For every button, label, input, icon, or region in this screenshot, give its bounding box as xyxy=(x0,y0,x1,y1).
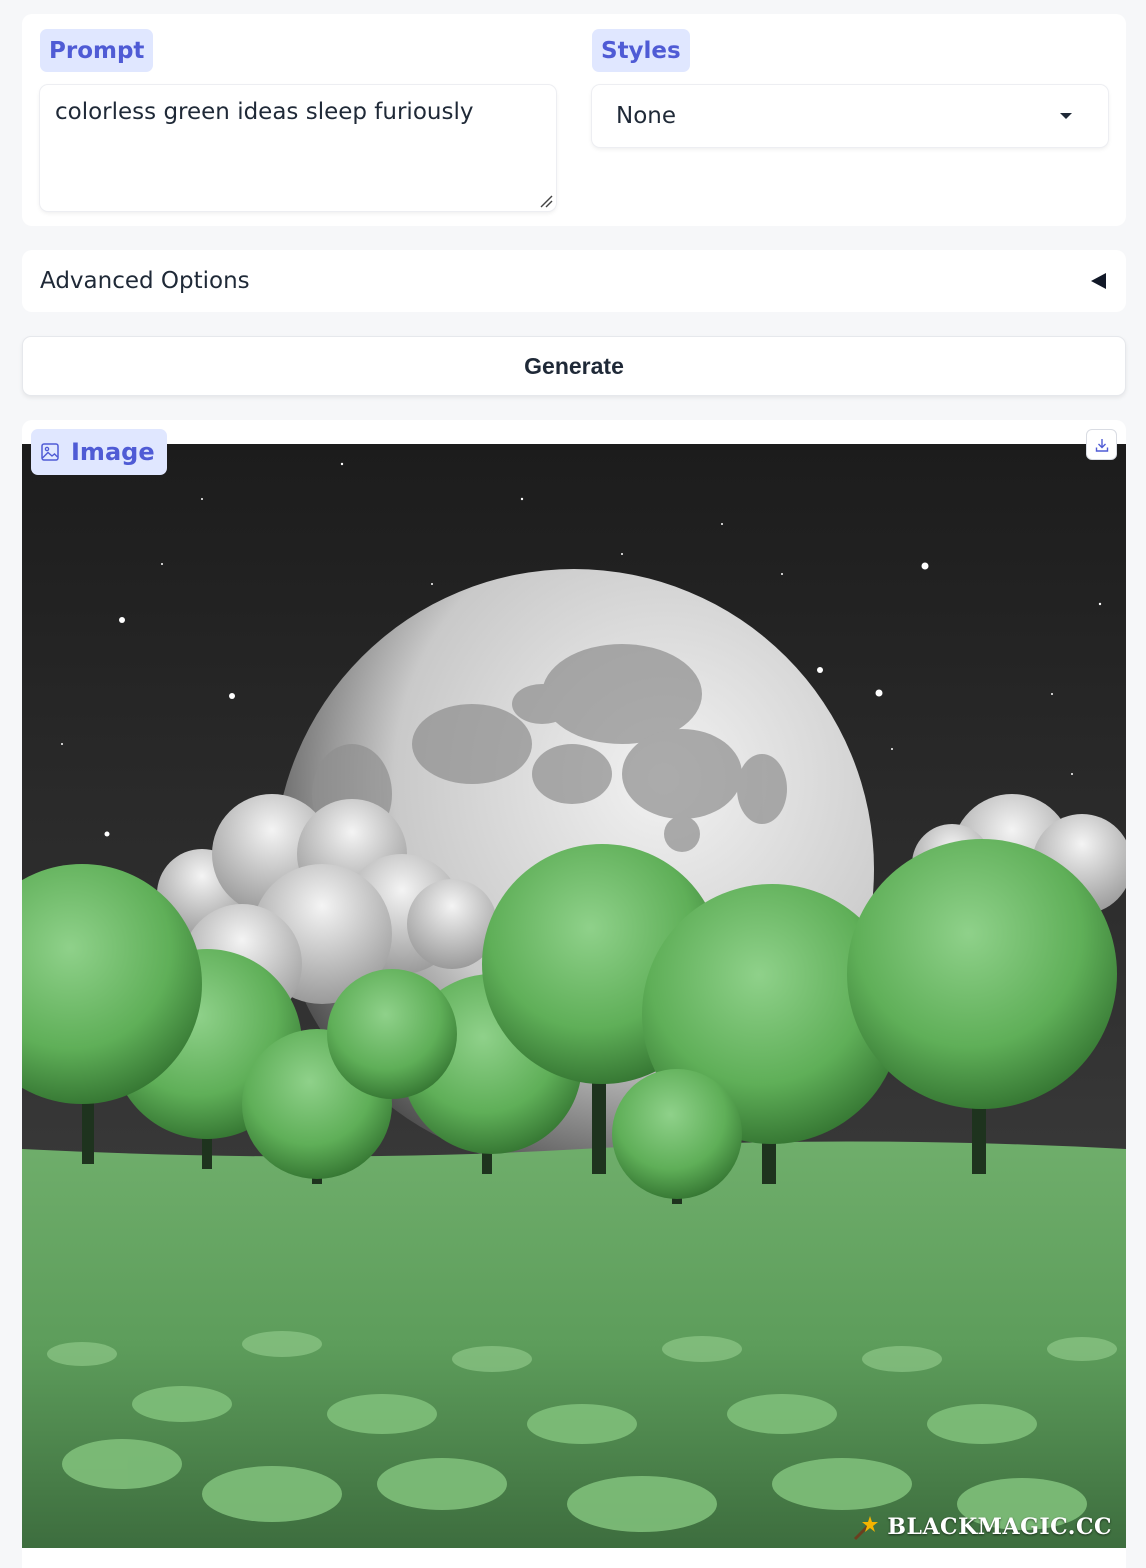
image-output-panel: Image BLACKMAGIC.CC xyxy=(22,420,1126,1568)
prompt-textarea[interactable]: colorless green ideas sleep furiously xyxy=(40,85,556,211)
magic-wand-icon xyxy=(854,1516,879,1541)
image-icon xyxy=(41,443,59,461)
generate-button[interactable]: Generate xyxy=(22,336,1126,396)
image-label: Image xyxy=(31,429,167,475)
prompt-text: colorless green ideas sleep furiously xyxy=(55,99,474,125)
image-label-text: Image xyxy=(71,438,155,466)
prompt-label: Prompt xyxy=(40,29,154,72)
styles-dropdown[interactable]: None xyxy=(592,85,1108,147)
resize-grip-icon[interactable] xyxy=(539,194,553,208)
caret-down-icon xyxy=(1060,113,1072,119)
input-panel: Prompt colorless green ideas sleep furio… xyxy=(22,14,1126,226)
download-icon xyxy=(1095,438,1108,452)
download-button[interactable] xyxy=(1086,429,1117,460)
watermark: BLACKMAGIC.CC xyxy=(851,1512,1112,1542)
triangle-left-icon xyxy=(1091,273,1106,289)
watermark-text: BLACKMAGIC.CC xyxy=(887,1514,1112,1540)
generated-image[interactable]: BLACKMAGIC.CC xyxy=(22,444,1126,1548)
advanced-options-label: Advanced Options xyxy=(40,268,250,294)
advanced-options-accordion[interactable]: Advanced Options xyxy=(22,250,1126,312)
styles-label: Styles xyxy=(592,29,690,72)
styles-selected-value: None xyxy=(616,103,677,129)
